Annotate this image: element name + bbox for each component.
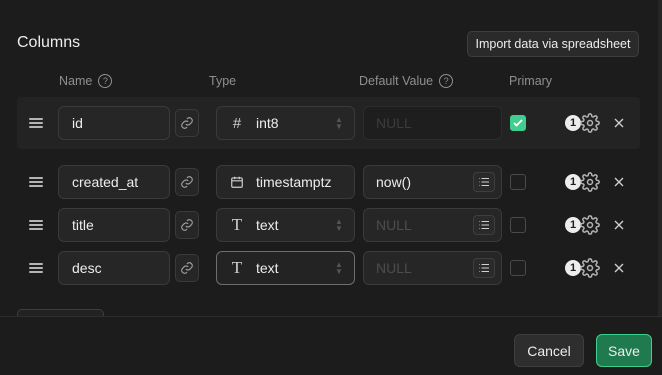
gear-icon[interactable] [580, 172, 600, 192]
list-icon[interactable] [473, 258, 495, 278]
column-type-value: int8 [256, 115, 279, 131]
header-type-label: Type [209, 74, 237, 88]
gear-icon[interactable] [580, 258, 600, 278]
column-name-input[interactable]: id [58, 106, 170, 140]
link-icon[interactable] [175, 211, 199, 239]
primary-checkbox[interactable] [510, 174, 526, 190]
cancel-button[interactable]: Cancel [514, 334, 584, 367]
drag-handle-icon[interactable] [29, 220, 43, 230]
count-badge: 1 [565, 260, 581, 276]
hash-icon: # [232, 114, 242, 132]
close-icon[interactable] [611, 174, 627, 190]
column-type-value: text [256, 217, 279, 233]
default-value-input[interactable]: NULL [363, 106, 502, 140]
column-row-id: id # int8 ▲ ▼ NULL 1 [17, 97, 640, 149]
chevron-updown-icon: ▲ ▼ [335, 115, 343, 131]
header-default-label: Default Value [359, 74, 434, 88]
default-value-placeholder: NULL [376, 260, 412, 276]
column-type-select[interactable]: T text ▲ ▼ [216, 208, 355, 242]
default-value-input[interactable]: NULL [363, 208, 502, 242]
primary-checkbox[interactable] [510, 260, 526, 276]
list-icon[interactable] [473, 172, 495, 192]
default-value-placeholder: NULL [376, 217, 412, 233]
count-badge: 1 [565, 174, 581, 190]
column-name-input[interactable]: desc [58, 251, 170, 285]
header-name-label: Name [59, 74, 93, 88]
text-type-icon: T [231, 215, 243, 234]
count-badge: 1 [565, 217, 581, 233]
text-type-icon: T [231, 258, 243, 277]
help-icon[interactable]: ? [98, 74, 113, 88]
header-type: Type [209, 74, 236, 88]
default-value-input[interactable]: now() [363, 165, 502, 199]
header-default-value: Default Value ? [359, 74, 454, 88]
header-primary-label: Primary [509, 74, 553, 88]
count-badge: 1 [565, 115, 581, 131]
close-icon[interactable] [611, 115, 627, 131]
link-icon[interactable] [175, 254, 199, 282]
section-title: Columns [17, 34, 81, 51]
drag-handle-icon[interactable] [29, 263, 43, 273]
close-icon[interactable] [611, 260, 627, 276]
scrollbar[interactable] [658, 0, 662, 316]
drag-handle-icon[interactable] [29, 177, 43, 187]
column-type-value: timestamptz [256, 174, 332, 190]
column-type-select[interactable]: timestamptz [216, 165, 355, 199]
column-row-desc: desc T text ▲ ▼ NULL 1 [17, 242, 640, 294]
primary-checkbox[interactable] [510, 217, 526, 233]
chevron-updown-icon: ▲ ▼ [335, 217, 343, 233]
gear-icon[interactable] [580, 113, 600, 133]
columns-panel: Columns Import data via spreadsheet Name… [0, 0, 662, 317]
gear-icon[interactable] [580, 215, 600, 235]
help-icon[interactable]: ? [439, 74, 454, 88]
default-value-text: now() [376, 174, 412, 190]
chevron-updown-icon: ▲ ▼ [335, 260, 343, 276]
column-type-value: text [256, 260, 279, 276]
column-name-input[interactable]: created_at [58, 165, 170, 199]
drag-handle-icon[interactable] [29, 118, 43, 128]
column-type-select[interactable]: T text ▲ ▼ [216, 251, 355, 285]
list-icon[interactable] [473, 215, 495, 235]
default-value-input[interactable]: NULL [363, 251, 502, 285]
link-icon[interactable] [175, 168, 199, 196]
header-name: Name ? [59, 74, 113, 88]
link-icon[interactable] [175, 109, 199, 137]
save-button[interactable]: Save [596, 334, 652, 367]
calendar-icon [229, 175, 245, 189]
close-icon[interactable] [611, 217, 627, 233]
column-type-select[interactable]: # int8 ▲ ▼ [216, 106, 355, 140]
import-spreadsheet-button[interactable]: Import data via spreadsheet [467, 31, 639, 57]
column-name-input[interactable]: title [58, 208, 170, 242]
primary-checkbox[interactable] [510, 115, 526, 131]
header-primary: Primary [509, 74, 552, 88]
